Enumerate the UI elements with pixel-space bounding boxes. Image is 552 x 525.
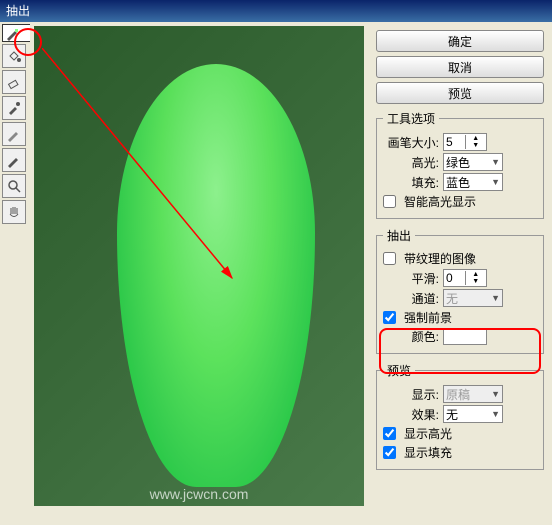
- tool-options-legend: 工具选项: [383, 110, 439, 127]
- show-highlight-label: 显示高光: [404, 425, 452, 442]
- highlight-label: 高光:: [383, 154, 439, 171]
- watermark: www.jcwcn.com: [34, 486, 364, 502]
- effect-label: 效果:: [383, 406, 439, 423]
- eraser-tool[interactable]: [2, 70, 26, 94]
- channel-select: 无▼: [443, 289, 503, 307]
- effect-select[interactable]: 无▼: [443, 405, 503, 423]
- textured-label: 带纹理的图像: [404, 250, 476, 267]
- cancel-button[interactable]: 取消: [376, 56, 544, 78]
- extract-group: 抽出 带纹理的图像 平滑: 0▲▼ 通道: 无▼ 强制前景 颜色:: [376, 227, 544, 354]
- smart-highlight-label: 智能高光显示: [404, 193, 476, 210]
- options-panel: 确定 取消 预览 工具选项 画笔大小: 5▲▼ 高光: 绿色▼ 填充: 蓝色▼ …: [370, 22, 550, 525]
- fill-select[interactable]: 蓝色▼: [443, 173, 503, 191]
- smart-highlight-checkbox[interactable]: [383, 195, 396, 208]
- fill-label: 填充:: [383, 174, 439, 191]
- show-highlight-checkbox[interactable]: [383, 427, 396, 440]
- cleanup-tool[interactable]: [2, 122, 26, 146]
- fill-tool[interactable]: [2, 44, 26, 68]
- dialog-body: www.jcwcn.com 确定 取消 预览 工具选项 画笔大小: 5▲▼ 高光…: [0, 22, 552, 525]
- tool-palette: [0, 22, 30, 525]
- tool-options-group: 工具选项 画笔大小: 5▲▼ 高光: 绿色▼ 填充: 蓝色▼ 智能高光显示: [376, 110, 544, 219]
- preview-group: 预览 显示: 原稿▼ 效果: 无▼ 显示高光 显示填充: [376, 362, 544, 470]
- eyedropper-tool[interactable]: [2, 96, 26, 120]
- brush-size-input[interactable]: 5▲▼: [443, 133, 487, 151]
- show-fill-label: 显示填充: [404, 444, 452, 461]
- ok-button[interactable]: 确定: [376, 30, 544, 52]
- show-select: 原稿▼: [443, 385, 503, 403]
- highlight-select[interactable]: 绿色▼: [443, 153, 503, 171]
- force-fg-label: 强制前景: [404, 309, 452, 326]
- smooth-input[interactable]: 0▲▼: [443, 269, 487, 287]
- force-fg-checkbox[interactable]: [383, 311, 396, 324]
- show-fill-checkbox[interactable]: [383, 446, 396, 459]
- channel-label: 通道:: [383, 290, 439, 307]
- color-swatch[interactable]: [443, 329, 487, 345]
- smooth-label: 平滑:: [383, 270, 439, 287]
- image-preview[interactable]: www.jcwcn.com: [34, 26, 364, 506]
- show-label: 显示:: [383, 386, 439, 403]
- extract-legend: 抽出: [383, 227, 415, 244]
- zoom-tool[interactable]: [2, 174, 26, 198]
- edge-touchup-tool[interactable]: [2, 148, 26, 172]
- preview-legend: 预览: [383, 362, 415, 379]
- preview-canvas: www.jcwcn.com: [30, 22, 370, 522]
- preview-button[interactable]: 预览: [376, 82, 544, 104]
- textured-checkbox[interactable]: [383, 252, 396, 265]
- brush-size-label: 画笔大小:: [383, 134, 439, 151]
- color-label: 颜色:: [383, 328, 439, 345]
- hand-tool[interactable]: [2, 200, 26, 224]
- dialog-title: 抽出: [0, 0, 552, 22]
